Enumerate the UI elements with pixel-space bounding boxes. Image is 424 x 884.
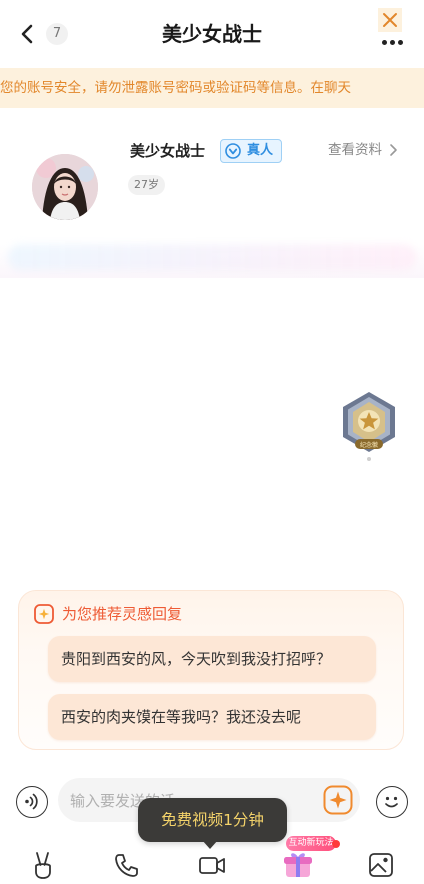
suggestion-reply-1[interactable]: 贵阳到西安的风，今天吹到我没打招呼？ [48, 636, 376, 682]
phone-icon[interactable] [112, 850, 142, 880]
verified-check-icon [225, 143, 241, 159]
close-icon[interactable] [378, 8, 402, 32]
security-notice-banner: 您的账号安全，请勿泄露账号密码或验证码等信息。在聊天 [0, 68, 424, 108]
gift-box-icon[interactable] [282, 848, 314, 880]
suggestion-reply-2[interactable]: 西安的肉夹馍在等我吗？我还没去呢 [48, 694, 376, 740]
victory-hand-icon[interactable] [28, 850, 58, 880]
notification-dot [332, 840, 340, 848]
age-tag: 27岁 [128, 175, 165, 195]
verified-badge: 真人 [220, 139, 282, 163]
emoji-button[interactable] [376, 786, 408, 818]
medal-indicator-dot [367, 457, 371, 461]
medal-label: 纪念徽 [360, 441, 378, 449]
profile-name: 美少女战士 [130, 142, 206, 160]
verified-label: 真人 [247, 143, 274, 158]
chat-title: 美少女战士 [162, 22, 262, 46]
sparkle-icon [34, 604, 54, 624]
video-call-icon[interactable] [197, 850, 227, 880]
free-video-tooltip-text: 免费视频1分钟 [161, 811, 264, 829]
tooltip-arrow [202, 840, 218, 849]
view-profile-link[interactable]: 查看资料 [328, 140, 382, 160]
chevron-right-icon[interactable] [388, 143, 400, 157]
medal-badge-icon[interactable]: 纪念徽 [338, 390, 400, 456]
photo-album-icon[interactable] [366, 850, 396, 880]
ai-reply-icon[interactable] [323, 785, 353, 815]
voice-icon [25, 793, 38, 810]
suggestion-panel-title: 为您推荐灵感回复 [62, 605, 183, 623]
profile-card-glow [8, 244, 416, 270]
avatar[interactable] [32, 154, 98, 220]
voice-input-button[interactable] [16, 786, 48, 818]
smiley-icon [385, 796, 398, 808]
security-notice-text: 您的账号安全，请勿泄露账号密码或验证码等信息。在聊天 [0, 80, 351, 96]
